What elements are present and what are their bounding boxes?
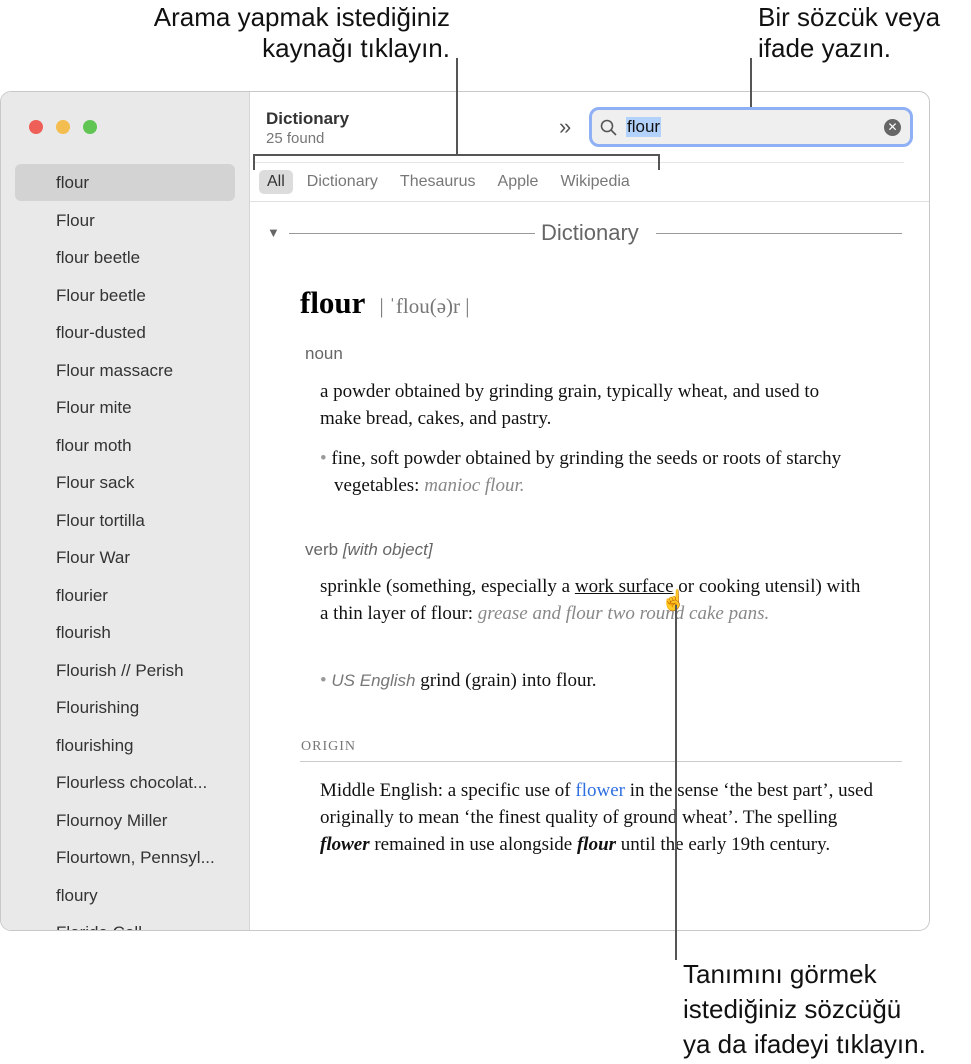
origin-label: ORIGIN bbox=[301, 739, 356, 754]
callout-line: Arama yapmak istediğiniz bbox=[153, 2, 450, 32]
origin-part: Middle English: a specific use of bbox=[320, 780, 576, 801]
source-tabs: All Dictionary Thesaurus Apple Wikipedia bbox=[259, 170, 638, 194]
more-chevron-icon[interactable]: » bbox=[559, 114, 571, 140]
sidebar-item[interactable]: Flournoy Miller bbox=[15, 802, 235, 839]
region-label: US English bbox=[331, 671, 416, 690]
sidebar-item[interactable]: flour beetle bbox=[15, 239, 235, 276]
sidebar-item[interactable]: flour moth bbox=[15, 427, 235, 464]
verb-subsense: • US English grind (grain) into flour. bbox=[320, 670, 597, 691]
callout-line: ifade yazın. bbox=[758, 33, 891, 63]
headword: flour bbox=[300, 285, 366, 320]
pos-noun: noun bbox=[305, 344, 343, 363]
sidebar-item[interactable]: Flour bbox=[15, 202, 235, 239]
tab-wikipedia[interactable]: Wikipedia bbox=[552, 170, 637, 194]
subsense-text: grind (grain) into flour. bbox=[420, 670, 597, 691]
sidebar-item[interactable]: Flour War bbox=[15, 539, 235, 576]
sidebar-item[interactable]: flourishing bbox=[15, 727, 235, 764]
origin-part: remained in use alongside bbox=[369, 834, 577, 855]
page-title: Dictionary bbox=[266, 109, 350, 128]
sidebar-item[interactable]: Flour massacre bbox=[15, 352, 235, 389]
section-title: Dictionary bbox=[541, 220, 639, 245]
result-count: 25 found bbox=[266, 130, 325, 147]
hand-cursor-icon: ☝ bbox=[661, 590, 686, 612]
tab-all[interactable]: All bbox=[259, 170, 293, 194]
callout-source: Arama yapmak istediğiniz kaynağı tıklayın… bbox=[115, 2, 450, 64]
callout-type: Bir sözcük veya ifade yazın. bbox=[758, 2, 940, 64]
callout-click: Tanımını görmek istediğiniz sözcüğü ya da … bbox=[683, 957, 926, 1062]
sidebar-item[interactable]: Flour sack bbox=[15, 464, 235, 501]
sidebar[interactable]: flour Flour flour beetle Flour beetle flour-… bbox=[1, 92, 250, 930]
subsense-text: fine, soft powder obtained by grinding t… bbox=[331, 448, 842, 496]
dictionary-window: flour Flour flour beetle Flour beetle flour-… bbox=[0, 91, 930, 931]
origin-italic: flour bbox=[576, 834, 617, 855]
sidebar-item[interactable]: flourier bbox=[15, 577, 235, 614]
pronunciation: | ˈflou(ə)r | bbox=[379, 294, 470, 318]
search-field[interactable]: flour ✕ bbox=[589, 107, 913, 147]
sidebar-item[interactable]: flour bbox=[15, 164, 235, 201]
clear-icon[interactable]: ✕ bbox=[884, 119, 901, 136]
callout-line: ya da ifadeyi tıklayın. bbox=[683, 1029, 926, 1059]
close-button[interactable] bbox=[29, 120, 43, 134]
work-surface-link[interactable]: work surface bbox=[575, 576, 674, 597]
origin-italic: flower bbox=[320, 834, 370, 855]
tab-apple[interactable]: Apple bbox=[490, 170, 547, 194]
tab-dictionary[interactable]: Dictionary bbox=[299, 170, 386, 194]
noun-definition: a powder obtained by grinding grain, typ… bbox=[320, 381, 820, 429]
sidebar-item[interactable]: Flour mite bbox=[15, 389, 235, 426]
tab-thesaurus[interactable]: Thesaurus bbox=[392, 170, 484, 194]
noun-subsense: • fine, soft powder obtained by grinding… bbox=[320, 448, 842, 496]
sidebar-item[interactable]: Flourless chocolat... bbox=[15, 764, 235, 801]
origin-part: until the early 19th century. bbox=[616, 834, 831, 855]
callout-line: kaynağı tıklayın. bbox=[262, 33, 450, 63]
sidebar-item[interactable]: Flourishing bbox=[15, 689, 235, 726]
sidebar-item[interactable]: Florida Coll... bbox=[15, 914, 235, 930]
sidebar-item[interactable]: Flourish // Perish bbox=[15, 652, 235, 689]
callout-line: Bir sözcük veya bbox=[758, 2, 941, 32]
qualifier: [with object] bbox=[342, 540, 433, 559]
collapse-triangle-icon[interactable]: ▼ bbox=[267, 225, 280, 240]
def-text: sprinkle (something, especially a bbox=[320, 576, 575, 597]
search-icon bbox=[600, 119, 617, 136]
minimize-button[interactable] bbox=[56, 120, 70, 134]
example: grease and flour two round cake pans. bbox=[477, 603, 770, 624]
flower-link[interactable]: flower bbox=[575, 780, 625, 801]
sidebar-item[interactable]: floury bbox=[15, 877, 235, 914]
sidebar-item[interactable]: Flour tortilla bbox=[15, 502, 235, 539]
sidebar-item[interactable]: flour-dusted bbox=[15, 314, 235, 351]
example: manioc flour. bbox=[424, 475, 525, 496]
pos-verb: verb [with object] bbox=[305, 540, 433, 560]
search-input[interactable]: flour bbox=[626, 117, 662, 137]
verb-definition: sprinkle (something, especially a work s… bbox=[320, 573, 865, 627]
sidebar-item[interactable]: flourish bbox=[15, 614, 235, 651]
sidebar-item[interactable]: Flour beetle bbox=[15, 277, 235, 314]
maximize-button[interactable] bbox=[83, 120, 97, 134]
callout-line: Tanımını görmek bbox=[683, 959, 877, 989]
origin-text: Middle English: a specific use of flower… bbox=[320, 777, 875, 858]
sidebar-item[interactable]: Flourtown, Pennsyl... bbox=[15, 839, 235, 876]
pos-label: verb bbox=[305, 540, 339, 559]
callout-line: istediğiniz sözcüğü bbox=[683, 994, 902, 1024]
